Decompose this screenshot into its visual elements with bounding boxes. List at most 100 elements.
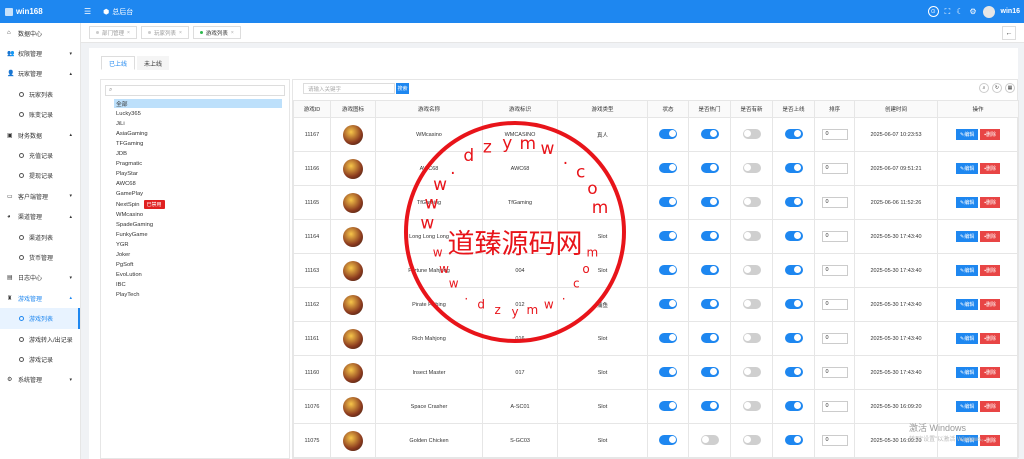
tab-offline[interactable]: 未上线 [137, 56, 170, 70]
hot-toggle[interactable] [700, 230, 719, 241]
platform-item[interactable]: PlayStar [114, 170, 282, 179]
hot-toggle[interactable] [700, 162, 719, 173]
platform-item[interactable]: YGR [114, 240, 282, 249]
platform-item[interactable]: AsiaGaming [114, 129, 282, 138]
close-icon[interactable]: × [179, 30, 182, 36]
online-toggle[interactable] [784, 298, 803, 309]
delete-button[interactable]: ▪ 删除 [980, 333, 1000, 344]
status-toggle[interactable] [659, 366, 677, 377]
search-button[interactable]: 搜索 [396, 83, 409, 94]
sidebar-subitem[interactable]: 游戏记录 [0, 349, 80, 369]
platform-item[interactable]: GamePlay [114, 190, 282, 199]
delete-button[interactable]: ▪ 删除 [980, 129, 1000, 140]
status-toggle[interactable] [659, 264, 677, 275]
platform-item[interactable]: AWC68 [114, 180, 282, 189]
status-toggle[interactable] [659, 434, 677, 445]
tab-item[interactable]: 玩家列表 × [140, 26, 189, 39]
sort-input[interactable]: 0 [821, 367, 848, 378]
new-toggle[interactable] [742, 230, 761, 241]
sort-input[interactable]: 0 [821, 401, 848, 412]
fullscreen-icon[interactable]: ⛶ [945, 7, 951, 17]
new-toggle[interactable] [742, 366, 761, 377]
online-toggle[interactable] [784, 128, 803, 139]
platform-item[interactable]: SpadeGaming [114, 220, 282, 229]
new-toggle[interactable] [742, 434, 761, 445]
app-logo[interactable]: win168 [0, 7, 80, 16]
online-toggle[interactable] [784, 332, 803, 343]
platform-item[interactable]: Pragmatic [114, 160, 282, 169]
platform-item[interactable]: NextSpin 已禁用 [114, 200, 282, 209]
close-icon[interactable]: × [127, 30, 130, 36]
sidebar-subitem[interactable]: 账变记录 [0, 105, 80, 125]
tab-online[interactable]: 已上线 [101, 56, 136, 70]
avatar[interactable] [982, 5, 995, 18]
sidebar-subitem[interactable]: 充值记录 [0, 145, 80, 165]
columns-icon[interactable]: ▦ [1005, 83, 1015, 93]
sidebar-item[interactable]: 👤 玩家管理 ▴ [0, 64, 80, 84]
hot-toggle[interactable] [700, 128, 719, 139]
platform-item[interactable]: Joker [114, 251, 282, 260]
platform-item[interactable]: WMcasino [114, 210, 282, 219]
online-toggle[interactable] [784, 434, 803, 445]
sidebar-item[interactable]: ▭ 客户端管理 ▾ [0, 186, 80, 206]
edit-button[interactable]: ✎ 编辑 [955, 367, 979, 378]
sidebar-subitem[interactable]: 渠道列表 [0, 227, 80, 247]
platform-search-input[interactable]: ⌕ [105, 85, 285, 96]
sidebar-item[interactable]: ▣ 财务数据 ▴ [0, 125, 80, 145]
sort-input[interactable]: 0 [821, 333, 848, 344]
hot-toggle[interactable] [700, 196, 719, 207]
edit-button[interactable]: ✎ 编辑 [955, 401, 979, 412]
edit-button[interactable]: ✎ 编辑 [955, 197, 979, 208]
online-toggle[interactable] [784, 264, 803, 275]
sort-input[interactable]: 0 [821, 163, 848, 174]
hot-toggle[interactable] [700, 366, 719, 377]
sort-input[interactable]: 0 [821, 197, 848, 208]
status-toggle[interactable] [659, 128, 677, 139]
edit-button[interactable]: ✎ 编辑 [955, 265, 979, 276]
sidebar-subitem[interactable]: 货币管理 [0, 247, 80, 267]
sort-input[interactable]: 0 [821, 435, 848, 446]
sidebar-item[interactable]: 👥 权限管理 ▾ [0, 43, 80, 63]
tab-scroll-left-icon[interactable]: ← [1002, 26, 1016, 40]
new-toggle[interactable] [742, 264, 761, 275]
online-toggle[interactable] [784, 196, 803, 207]
platform-item[interactable]: 全部 [114, 99, 282, 108]
status-toggle[interactable] [659, 298, 677, 309]
back-to-admin-link[interactable]: ⬢ 总后台 [103, 7, 133, 17]
status-toggle[interactable] [659, 162, 677, 173]
platform-item[interactable]: PgSoft [114, 261, 282, 270]
online-toggle[interactable] [784, 162, 803, 173]
sidebar-item[interactable]: ⚙ 系统管理 ▾ [0, 370, 80, 390]
hot-toggle[interactable] [700, 434, 719, 445]
sidebar-subitem[interactable]: 提现记录 [0, 166, 80, 186]
edit-button[interactable]: ✎ 编辑 [955, 129, 979, 140]
sort-input[interactable]: 0 [821, 265, 848, 276]
new-toggle[interactable] [742, 128, 761, 139]
status-toggle[interactable] [659, 332, 677, 343]
online-toggle[interactable] [784, 400, 803, 411]
sort-input[interactable]: 0 [821, 129, 848, 140]
platform-item[interactable]: PlayTech [114, 291, 282, 300]
status-toggle[interactable] [659, 196, 677, 207]
delete-button[interactable]: ▪ 删除 [980, 197, 1000, 208]
delete-button[interactable]: ▪ 删除 [980, 163, 1000, 174]
username[interactable]: win16 [1001, 8, 1020, 15]
edit-button[interactable]: ✎ 编辑 [955, 333, 979, 344]
hot-toggle[interactable] [700, 298, 719, 309]
delete-button[interactable]: ▪ 删除 [980, 367, 1000, 378]
refresh-icon[interactable]: ↻ [992, 83, 1002, 93]
sidebar-item[interactable]: ⌂ 数据中心 [0, 23, 80, 43]
menu-toggle-icon[interactable]: ☰ [84, 7, 91, 16]
new-toggle[interactable] [742, 196, 761, 207]
keyword-input[interactable]: 请输入关键字 [303, 83, 395, 94]
hot-toggle[interactable] [700, 264, 719, 275]
tab-item[interactable]: 部门管理 × [89, 26, 137, 39]
new-toggle[interactable] [742, 332, 761, 343]
delete-button[interactable]: ▪ 删除 [980, 401, 1000, 412]
sidebar-subitem[interactable]: 游戏转入/出记录 [0, 329, 80, 349]
delete-button[interactable]: ▪ 删除 [980, 299, 1000, 310]
delete-button[interactable]: ▪ 删除 [980, 231, 1000, 242]
platform-item[interactable]: Lucky365 [114, 109, 282, 118]
sort-input[interactable]: 0 [821, 299, 848, 310]
search-toggle-icon[interactable]: ⌕ [979, 83, 989, 93]
